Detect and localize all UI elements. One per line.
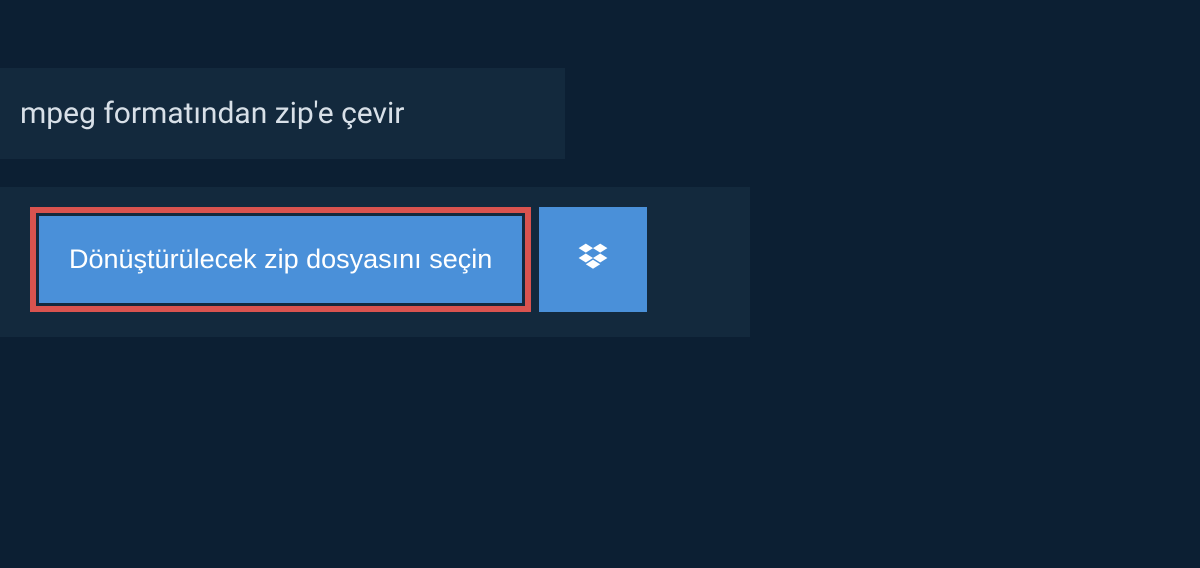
header-bar: mpeg formatından zip'e çevir xyxy=(0,68,565,159)
button-row: Dönüştürülecek zip dosyasını seçin xyxy=(30,207,720,312)
dropbox-button[interactable] xyxy=(539,207,647,312)
file-select-button[interactable]: Dönüştürülecek zip dosyasını seçin xyxy=(39,216,522,303)
main-panel: Dönüştürülecek zip dosyasını seçin xyxy=(0,187,750,337)
highlight-wrapper: Dönüştürülecek zip dosyasını seçin xyxy=(30,207,531,312)
dropbox-icon xyxy=(575,240,611,279)
page-title: mpeg formatından zip'e çevir xyxy=(20,96,545,131)
